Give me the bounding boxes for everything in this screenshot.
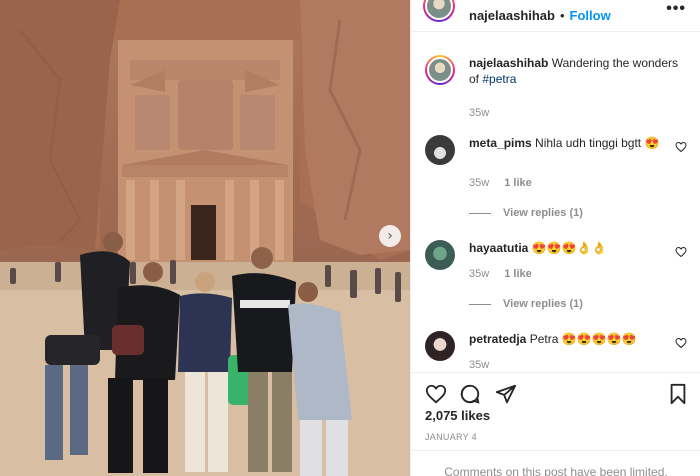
comment-text: Nihla udh tinggi bgtt 😍 [535, 136, 660, 150]
post-side-panel: najelaashihab • Follow ••• najelaashihab… [410, 0, 700, 476]
view-replies-label: View replies (1) [503, 298, 583, 310]
caption: najelaashihab Wandering the wonders of #… [425, 55, 687, 121]
comment-time[interactable]: 35w [469, 268, 489, 280]
view-replies-button[interactable]: View replies (1) [469, 207, 687, 219]
comment-like-count[interactable]: 1 like [504, 177, 532, 189]
save-bookmark-icon[interactable] [667, 383, 689, 405]
comment-username[interactable]: meta_pims [469, 136, 532, 150]
header-separator: • [559, 8, 565, 23]
comment-avatar[interactable] [425, 240, 455, 270]
comment-like-count[interactable]: 1 like [504, 268, 532, 280]
post-photo[interactable]: › [0, 0, 410, 476]
comment-username[interactable]: hayaatutia [469, 241, 528, 255]
comment-item: petratedja Petra 😍😍😍😍😍 35w [425, 331, 687, 370]
view-replies-button[interactable]: View replies (1) [469, 298, 687, 310]
caption-avatar[interactable] [425, 55, 455, 85]
view-replies-label: View replies (1) [503, 207, 583, 219]
like-comment-heart-icon[interactable] [675, 337, 687, 349]
comment-item: hayaatutia 😍😍😍👌👌 35w 1 like View replies… [425, 240, 687, 310]
next-photo-button[interactable]: › [379, 225, 401, 247]
comment-username[interactable]: petratedja [469, 332, 526, 346]
comments-limited-notice: Comments on this post have been limited. [411, 450, 700, 476]
post-header: najelaashihab • Follow ••• [411, 0, 700, 32]
petra-scene [0, 0, 410, 476]
comment-time[interactable]: 35w [469, 177, 489, 189]
comment-bubble-icon[interactable] [459, 383, 481, 405]
comment-text: 😍😍😍👌👌 [531, 241, 607, 255]
caption-hashtag[interactable]: #petra [482, 72, 516, 86]
post-action-bar [411, 372, 700, 412]
caption-time[interactable]: 35w [469, 107, 489, 119]
like-comment-heart-icon[interactable] [675, 141, 687, 153]
comment-text: Petra 😍😍😍😍😍 [529, 332, 637, 346]
share-paper-plane-icon[interactable] [495, 383, 517, 405]
comment-avatar[interactable] [425, 135, 455, 165]
comment-item: meta_pims Nihla udh tinggi bgtt 😍 35w 1 … [425, 135, 687, 219]
more-options-icon[interactable]: ••• [666, 0, 686, 18]
post-date[interactable]: JANUARY 4 [425, 432, 477, 442]
follow-button[interactable]: Follow [570, 8, 611, 23]
comments-list[interactable]: najelaashihab Wandering the wonders of #… [411, 33, 700, 370]
author-username[interactable]: najelaashihab [469, 8, 555, 23]
like-heart-icon[interactable] [425, 383, 447, 405]
like-comment-heart-icon[interactable] [675, 246, 687, 258]
comment-time[interactable]: 35w [469, 359, 489, 370]
caption-username[interactable]: najelaashihab [469, 56, 548, 70]
author-avatar[interactable] [423, 0, 455, 22]
comment-avatar[interactable] [425, 331, 455, 361]
post-like-count[interactable]: 2,075 likes [425, 408, 490, 423]
